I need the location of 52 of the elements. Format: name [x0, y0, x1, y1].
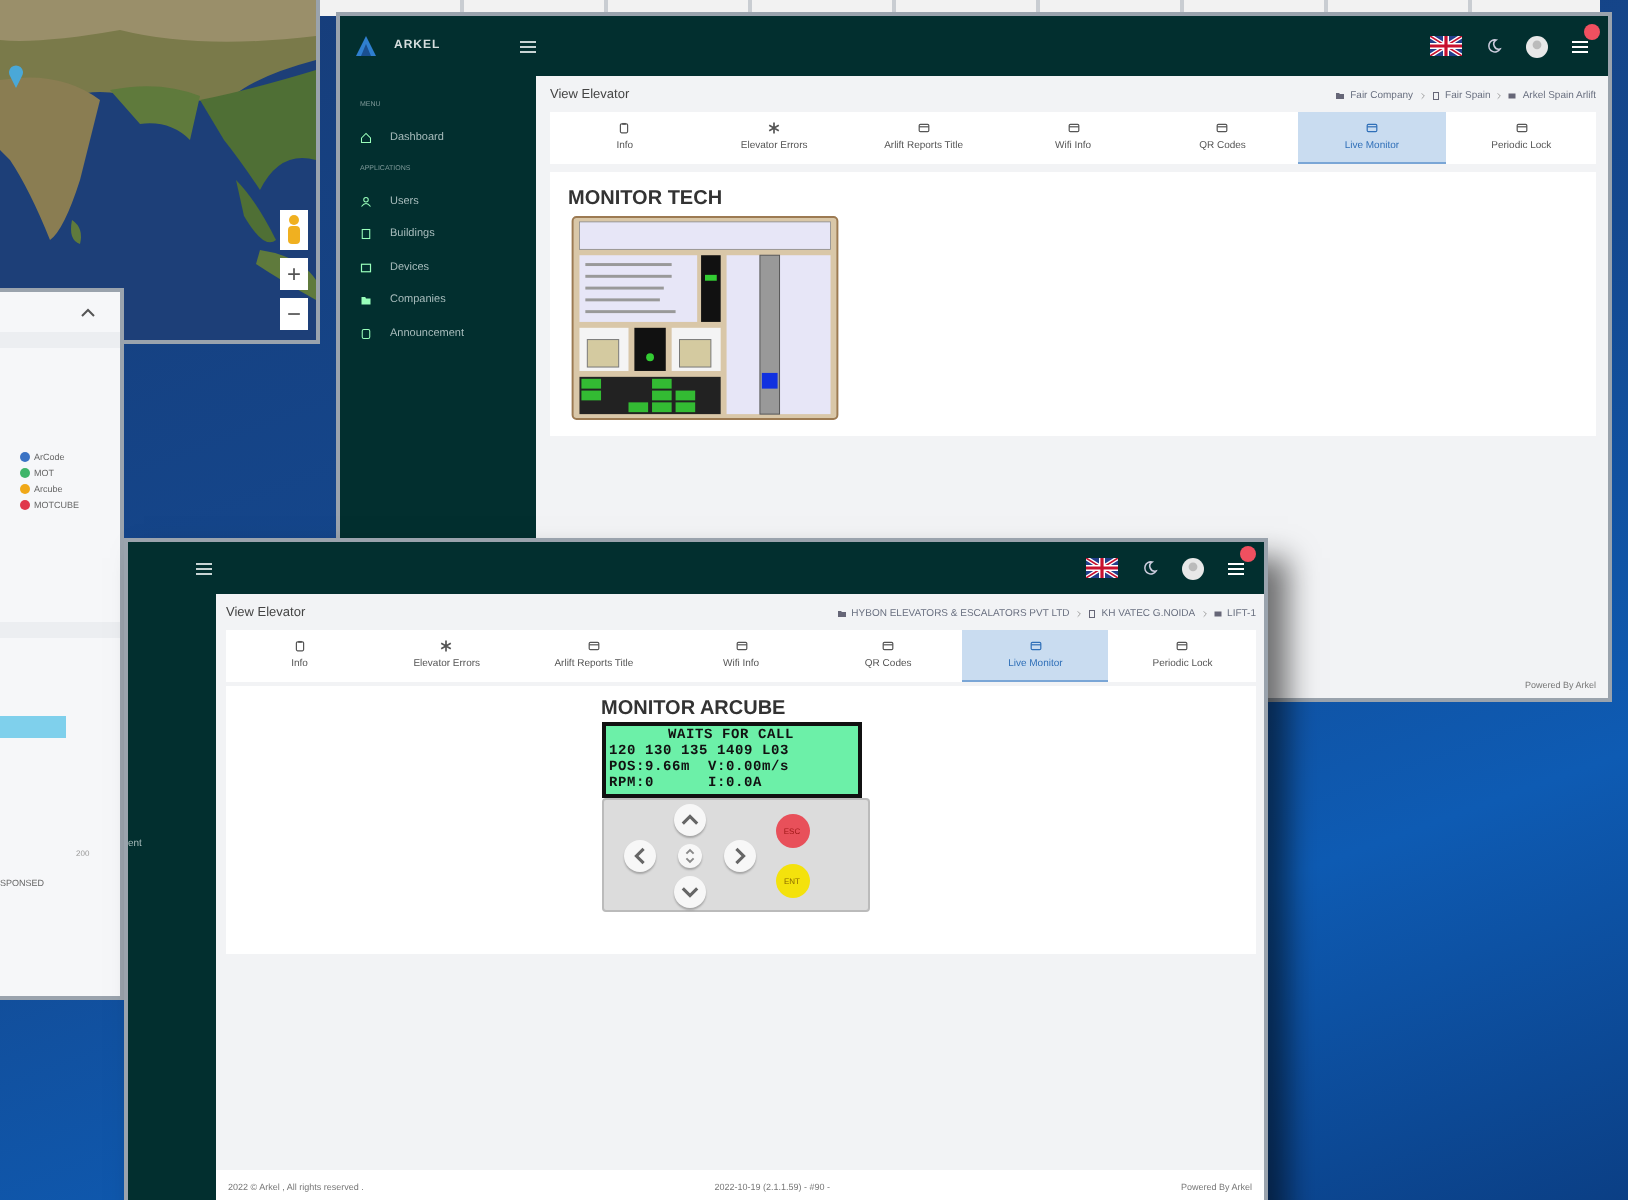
up-down-button[interactable]	[677, 843, 701, 867]
asterisk-icon	[440, 640, 453, 652]
card-icon	[882, 640, 895, 652]
card-icon	[1515, 122, 1528, 134]
building-icon	[1087, 609, 1096, 617]
document-icon	[360, 327, 372, 340]
down-arrow-button[interactable]	[673, 875, 705, 907]
monitor-title: MONITOR ARCUBE	[601, 698, 788, 720]
monitor-icon	[1213, 609, 1222, 617]
avatar-icon[interactable]	[1182, 557, 1204, 579]
notification-dot	[1240, 545, 1256, 561]
folder-icon	[1336, 91, 1345, 99]
right-arrow-button[interactable]	[723, 839, 755, 871]
folder-icon	[837, 609, 846, 617]
menu-icon[interactable]	[520, 39, 536, 53]
up-arrow-button[interactable]	[673, 803, 705, 835]
monitor-title: MONITOR TECH	[568, 188, 725, 210]
user-icon	[360, 195, 372, 208]
flag-icon[interactable]	[1086, 558, 1118, 578]
chart-bar	[0, 716, 66, 738]
logo-icon	[356, 36, 376, 56]
card-icon	[917, 122, 930, 134]
building-icon	[360, 228, 372, 241]
card-icon	[1029, 640, 1042, 652]
avatar-icon[interactable]	[1526, 35, 1548, 57]
zoom-button[interactable]: +	[280, 258, 308, 290]
card-icon	[735, 640, 748, 652]
chevron-right-icon	[1496, 91, 1503, 99]
zoom-button[interactable]: −	[280, 298, 308, 330]
card-icon	[1365, 122, 1378, 134]
moon-icon[interactable]	[1486, 38, 1502, 54]
menu-icon[interactable]	[196, 561, 212, 575]
left-arrow-button[interactable]	[623, 839, 655, 871]
home-icon	[360, 132, 372, 145]
chevron-up-icon[interactable]	[80, 307, 96, 317]
folder-icon	[360, 294, 372, 307]
moon-icon[interactable]	[1142, 560, 1158, 576]
chevron-right-icon	[1201, 609, 1208, 617]
card-icon	[1067, 122, 1080, 134]
clipboard-icon	[618, 122, 631, 134]
monitor-icon	[1508, 91, 1517, 99]
card-icon	[587, 640, 600, 652]
building-icon	[1431, 91, 1440, 99]
notification-dot	[1584, 23, 1600, 39]
flag-icon[interactable]	[1430, 36, 1462, 56]
card-icon	[1176, 640, 1189, 652]
monitor-icon	[360, 261, 372, 274]
chevron-right-icon	[1075, 609, 1082, 617]
asterisk-icon	[768, 122, 781, 134]
chevron-right-icon	[1419, 91, 1426, 99]
clipboard-icon	[293, 640, 306, 652]
card-icon	[1216, 122, 1229, 134]
